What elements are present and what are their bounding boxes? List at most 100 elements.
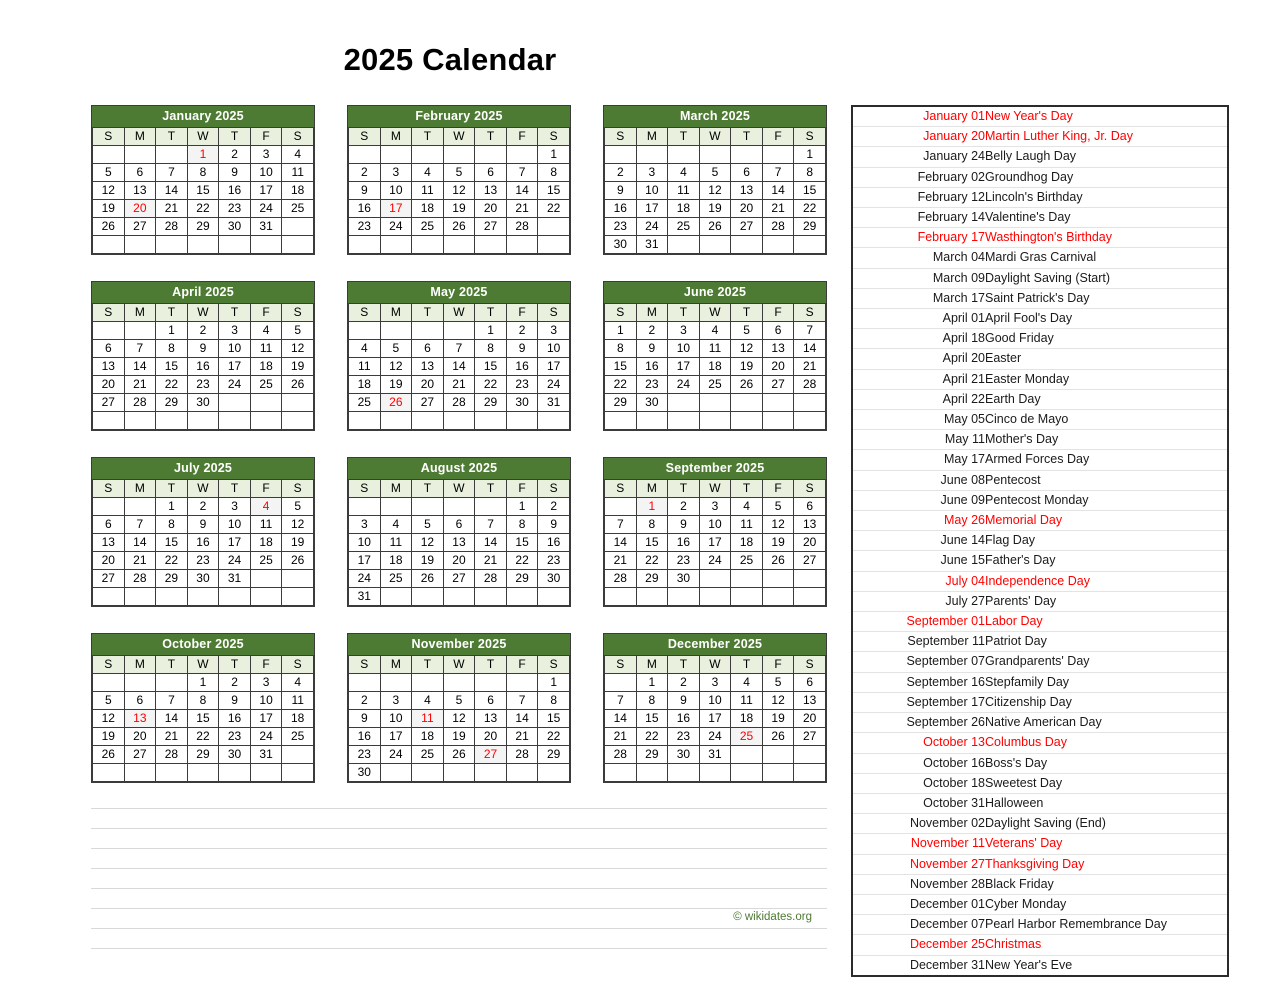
day-cell[interactable]: 22: [186, 727, 220, 746]
day-cell[interactable]: 15: [537, 709, 570, 728]
day-cell[interactable]: 2: [537, 497, 570, 516]
day-cell[interactable]: 20: [793, 709, 826, 728]
day-cell[interactable]: 23: [218, 727, 251, 746]
day-cell[interactable]: 23: [667, 551, 700, 570]
day-cell[interactable]: 1: [635, 673, 669, 692]
day-cell[interactable]: 4: [249, 321, 283, 340]
day-cell[interactable]: 14: [123, 357, 157, 376]
day-cell[interactable]: 16: [537, 533, 570, 552]
day-cell[interactable]: 5: [281, 497, 314, 516]
holiday-row[interactable]: March 09 Daylight Saving (Start): [853, 268, 1227, 289]
holiday-row[interactable]: January 20 Martin Luther King, Jr. Day: [853, 127, 1227, 147]
holiday-row[interactable]: November 27 Thanksgiving Day: [853, 854, 1227, 875]
day-cell[interactable]: 14: [474, 533, 507, 552]
day-cell[interactable]: 30: [505, 393, 539, 412]
day-cell[interactable]: 20: [474, 727, 507, 746]
day-cell[interactable]: 2: [667, 673, 700, 692]
day-cell[interactable]: 30: [635, 393, 669, 412]
day-cell[interactable]: 2: [348, 691, 381, 710]
day-cell[interactable]: 7: [123, 339, 157, 358]
day-cell[interactable]: 5: [92, 691, 125, 710]
day-cell[interactable]: 28: [505, 745, 539, 764]
day-cell[interactable]: 12: [379, 357, 413, 376]
day-cell[interactable]: 21: [474, 551, 507, 570]
day-cell[interactable]: 12: [698, 181, 732, 200]
day-cell[interactable]: 29: [474, 393, 507, 412]
day-cell[interactable]: 15: [155, 533, 188, 552]
day-cell[interactable]: 2: [186, 321, 220, 340]
day-cell[interactable]: 5: [379, 339, 413, 358]
day-cell[interactable]: 24: [348, 569, 381, 588]
day-cell[interactable]: 15: [635, 533, 669, 552]
day-cell[interactable]: 13: [474, 181, 507, 200]
day-cell[interactable]: 28: [474, 569, 507, 588]
day-cell[interactable]: 13: [474, 709, 507, 728]
day-cell[interactable]: 22: [537, 727, 570, 746]
day-cell[interactable]: 9: [348, 709, 381, 728]
day-cell[interactable]: 4: [411, 691, 444, 710]
day-cell[interactable]: 17: [218, 357, 251, 376]
day-cell[interactable]: 10: [249, 691, 283, 710]
day-cell[interactable]: 3: [249, 145, 283, 164]
day-cell[interactable]: 21: [604, 727, 637, 746]
holiday-row[interactable]: October 31 Halloween: [853, 793, 1227, 814]
day-cell[interactable]: 9: [537, 515, 570, 534]
day-cell[interactable]: 11: [667, 181, 700, 200]
day-cell[interactable]: 1: [505, 497, 539, 516]
day-cell[interactable]: 17: [635, 199, 669, 218]
holiday-row[interactable]: March 04 Mardi Gras Carnival: [853, 248, 1227, 269]
day-cell[interactable]: 19: [761, 709, 795, 728]
day-cell[interactable]: 17: [537, 357, 570, 376]
day-cell[interactable]: 7: [505, 691, 539, 710]
holiday-row[interactable]: April 22 Earth Day: [853, 389, 1227, 410]
day-cell[interactable]: 1: [155, 497, 188, 516]
day-cell[interactable]: 27: [411, 393, 444, 412]
day-cell[interactable]: 22: [635, 727, 669, 746]
note-line[interactable]: [91, 849, 827, 869]
day-cell[interactable]: 13: [730, 181, 763, 200]
day-cell[interactable]: 27: [474, 217, 507, 236]
day-cell[interactable]: 9: [218, 163, 251, 182]
day-cell[interactable]: 21: [442, 375, 476, 394]
day-cell[interactable]: 30: [348, 763, 381, 782]
holiday-row[interactable]: July 27 Parents' Day: [853, 591, 1227, 612]
day-cell[interactable]: 3: [667, 321, 700, 340]
day-cell[interactable]: 1: [155, 321, 188, 340]
day-cell[interactable]: 6: [123, 691, 157, 710]
day-cell[interactable]: 8: [186, 691, 220, 710]
day-cell[interactable]: 27: [123, 217, 157, 236]
day-cell[interactable]: 25: [348, 393, 381, 412]
day-cell[interactable]: 5: [411, 515, 444, 534]
holiday-row[interactable]: November 02 Daylight Saving (End): [853, 814, 1227, 834]
day-cell[interactable]: 16: [604, 199, 637, 218]
day-cell[interactable]: 16: [218, 181, 251, 200]
day-cell[interactable]: 14: [761, 181, 795, 200]
holiday-row[interactable]: May 11 Mother's Day: [853, 430, 1227, 450]
day-cell[interactable]: 19: [281, 357, 314, 376]
holiday-row[interactable]: June 15 Father's Day: [853, 551, 1227, 572]
day-cell[interactable]: 19: [730, 357, 763, 376]
day-cell[interactable]: 10: [218, 339, 251, 358]
day-cell[interactable]: 5: [730, 321, 763, 340]
day-cell[interactable]: 16: [348, 199, 381, 218]
day-cell[interactable]: 27: [442, 569, 476, 588]
day-cell[interactable]: 6: [793, 673, 826, 692]
day-cell[interactable]: 3: [348, 515, 381, 534]
day-cell[interactable]: 12: [442, 181, 476, 200]
day-cell[interactable]: 25: [411, 217, 444, 236]
day-cell[interactable]: 21: [604, 551, 637, 570]
day-cell[interactable]: 21: [123, 551, 157, 570]
day-cell[interactable]: 12: [730, 339, 763, 358]
holiday-row[interactable]: May 26 Memorial Day: [853, 511, 1227, 531]
day-cell[interactable]: 9: [505, 339, 539, 358]
day-cell[interactable]: 11: [249, 339, 283, 358]
day-cell[interactable]: 14: [505, 709, 539, 728]
day-cell[interactable]: 25: [281, 199, 314, 218]
holiday-row[interactable]: November 11 Veterans' Day: [853, 834, 1227, 855]
day-cell[interactable]: 14: [123, 533, 157, 552]
holiday-row[interactable]: September 16 Stepfamily Day: [853, 672, 1227, 693]
holiday-row[interactable]: May 05 Cinco de Mayo: [853, 410, 1227, 430]
day-cell[interactable]: 31: [537, 393, 570, 412]
holiday-row[interactable]: April 21 Easter Monday: [853, 369, 1227, 390]
day-cell[interactable]: 17: [667, 357, 700, 376]
